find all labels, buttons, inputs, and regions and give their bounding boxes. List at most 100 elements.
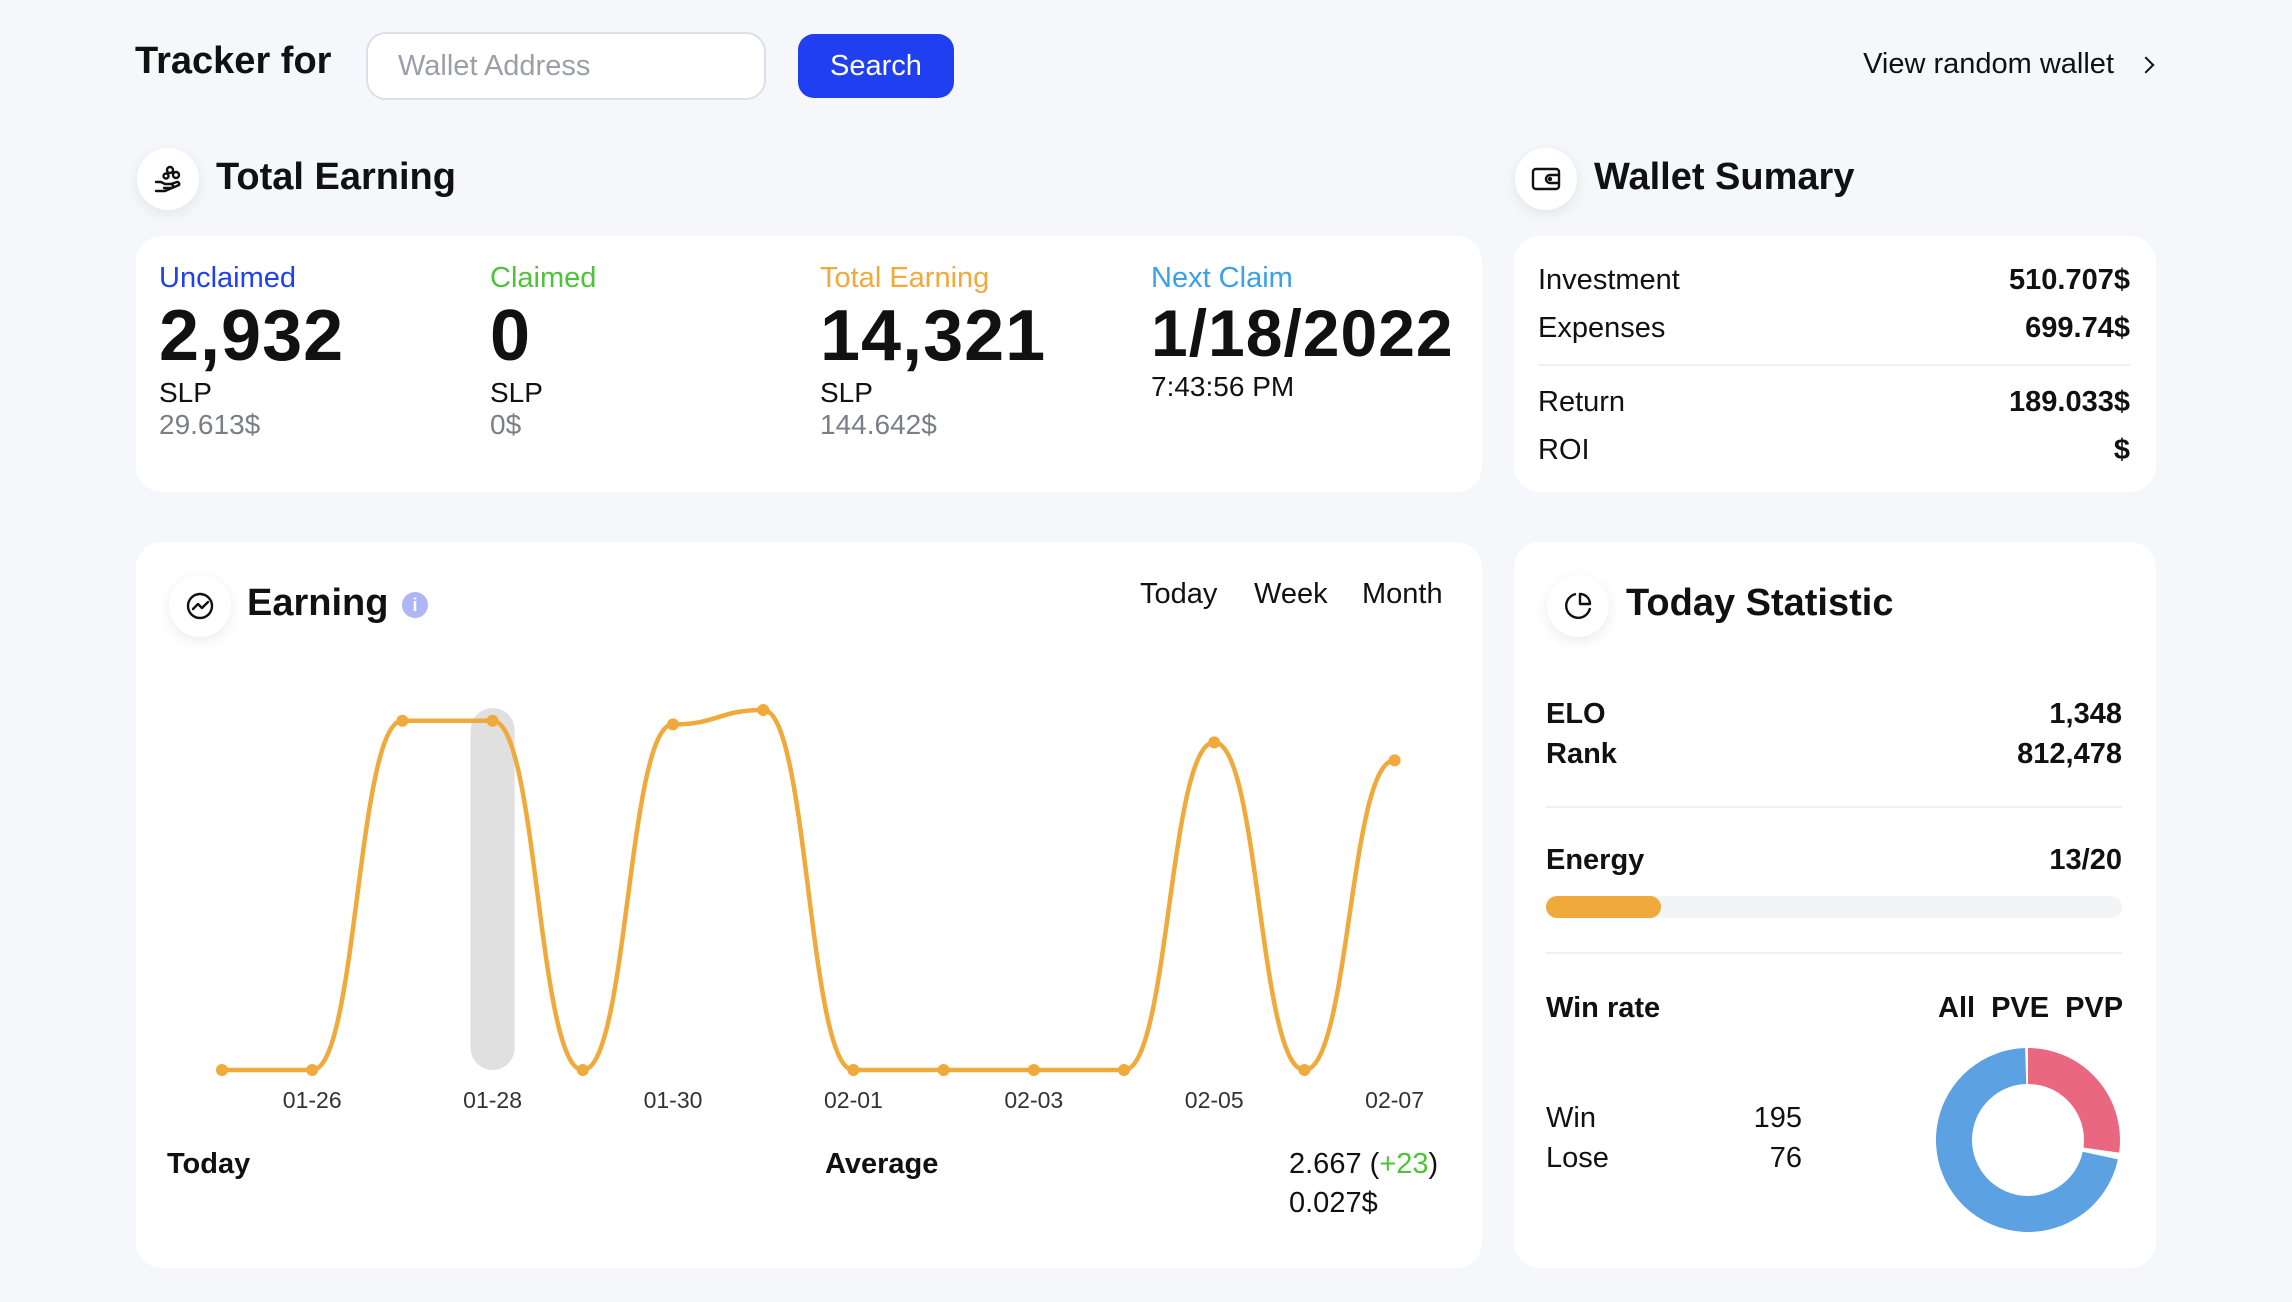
average-usd: 0.027$ bbox=[1289, 1187, 1378, 1219]
wallet-summary-title: Wallet Sumary bbox=[1594, 156, 1855, 198]
rank-label: Rank bbox=[1546, 738, 1617, 770]
earning-line-chart: 01-26 01-28 01-30 02-01 02-03 02-05 02-07 bbox=[216, 704, 1424, 1110]
pie-chart-icon bbox=[1547, 575, 1609, 637]
expenses-row: Expenses 699.74$ bbox=[1538, 312, 2130, 345]
average-value-row: 2.667 (+23) bbox=[1289, 1148, 1439, 1180]
unclaimed-usd: 29.613$ bbox=[159, 409, 261, 440]
statistic-divider-2 bbox=[1546, 952, 2122, 954]
data-point-02-04 bbox=[1118, 1064, 1130, 1076]
statistic-divider-1 bbox=[1546, 806, 2122, 808]
unclaimed-value: 2,932 bbox=[159, 296, 345, 376]
wallet-icon bbox=[1515, 148, 1577, 210]
data-point-02-05 bbox=[1208, 736, 1221, 749]
average-change: +23 bbox=[1379, 1148, 1429, 1180]
trend-chart-icon bbox=[169, 575, 231, 637]
hand-coins-icon bbox=[137, 148, 199, 210]
next-claim-date: 1/18/2022 bbox=[1151, 296, 1454, 370]
tracker-label: Tracker for bbox=[135, 40, 332, 82]
data-point-01-30 bbox=[667, 718, 679, 731]
chevron-right-icon bbox=[2137, 56, 2155, 73]
total-earning-unit: SLP bbox=[820, 377, 873, 408]
energy-bar-track bbox=[1546, 896, 2122, 918]
claimed-unit: SLP bbox=[490, 377, 543, 408]
win-label: Win bbox=[1546, 1102, 1596, 1134]
winrate-label: Win rate bbox=[1546, 992, 1661, 1024]
wallet-summary-divider bbox=[1538, 364, 2130, 366]
energy-value: 13/20 bbox=[2049, 844, 2122, 876]
data-point-01-28 bbox=[486, 714, 499, 727]
today-statistic-title: Today Statistic bbox=[1626, 582, 1894, 624]
energy-label: Energy bbox=[1546, 844, 1645, 876]
tab-week[interactable]: Week bbox=[1254, 578, 1328, 611]
unclaimed-stat: Unclaimed 2,932 SLP 29.613$ bbox=[159, 262, 344, 441]
data-point-01-25 bbox=[216, 1064, 228, 1076]
return-value: 189.033$ bbox=[2009, 386, 2130, 418]
info-icon[interactable]: i bbox=[402, 592, 428, 618]
expenses-value: 699.74$ bbox=[2025, 312, 2130, 344]
data-point-02-06 bbox=[1298, 1064, 1311, 1076]
return-row: Return 189.033$ bbox=[1538, 386, 2130, 419]
lose-value: 76 bbox=[1769, 1142, 1802, 1174]
data-point-01-31 bbox=[757, 704, 770, 716]
claimed-value: 0 bbox=[490, 296, 532, 376]
expenses-label: Expenses bbox=[1538, 312, 1666, 344]
winrate-filter: All PVE PVP bbox=[1938, 992, 2123, 1025]
data-point-01-27 bbox=[396, 714, 409, 727]
win-value: 195 bbox=[1753, 1102, 1802, 1134]
data-point-02-01 bbox=[847, 1064, 860, 1076]
filter-pvp[interactable]: PVP bbox=[2065, 992, 2123, 1025]
elo-label: ELO bbox=[1546, 698, 1606, 730]
x-tick-label: 02-01 bbox=[824, 1087, 883, 1110]
x-tick-label: 02-05 bbox=[1185, 1087, 1244, 1110]
elo-value: 1,348 bbox=[2049, 698, 2122, 730]
win-row: Win 195 bbox=[1546, 1102, 1802, 1135]
filter-all[interactable]: All bbox=[1938, 992, 1975, 1025]
average-value: 2.667 bbox=[1289, 1148, 1362, 1180]
roi-label: ROI bbox=[1538, 434, 1590, 466]
average-label: Average bbox=[825, 1148, 939, 1180]
total-earning-usd: 144.642$ bbox=[820, 409, 937, 440]
roi-value: $ bbox=[2113, 434, 2130, 466]
unclaimed-unit: SLP bbox=[159, 377, 212, 408]
search-button[interactable]: Search bbox=[798, 34, 954, 98]
lose-row: Lose 76 bbox=[1546, 1142, 1802, 1175]
investment-value: 510.707$ bbox=[2009, 264, 2130, 296]
claimed-stat: Claimed 0 SLP 0$ bbox=[490, 262, 596, 441]
filter-pve[interactable]: PVE bbox=[1991, 992, 2049, 1025]
total-earning-title: Total Earning bbox=[216, 156, 456, 198]
wallet-address-input[interactable] bbox=[366, 32, 766, 100]
x-tick-label: 01-30 bbox=[644, 1087, 703, 1110]
tab-today[interactable]: Today bbox=[1140, 578, 1217, 611]
data-point-01-29 bbox=[576, 1064, 589, 1076]
next-claim-label: Next Claim bbox=[1151, 262, 1293, 294]
earning-title: Earning bbox=[247, 582, 389, 624]
data-point-02-02 bbox=[937, 1064, 950, 1076]
energy-bar-fill bbox=[1546, 896, 1662, 918]
investment-row: Investment 510.707$ bbox=[1538, 264, 2130, 297]
rank-value: 812,478 bbox=[2017, 738, 2122, 770]
energy-row: Energy 13/20 bbox=[1546, 844, 2122, 877]
data-point-02-03 bbox=[1027, 1064, 1040, 1076]
tab-month[interactable]: Month bbox=[1362, 578, 1443, 611]
elo-row: ELO 1,348 bbox=[1546, 698, 2122, 731]
investment-label: Investment bbox=[1538, 264, 1680, 296]
data-point-02-07 bbox=[1388, 754, 1401, 767]
claimed-usd: 0$ bbox=[490, 409, 522, 440]
total-earning-label: Total Earning bbox=[820, 262, 990, 294]
total-earning-stat: Total Earning 14,321 SLP 144.642$ bbox=[820, 262, 1046, 441]
view-random-wallet-link[interactable]: View random wallet bbox=[1863, 48, 2155, 81]
x-tick-label: 01-26 bbox=[283, 1087, 342, 1110]
winrate-donut-chart bbox=[1936, 1048, 2120, 1232]
highlight-column bbox=[470, 708, 515, 1070]
return-label: Return bbox=[1538, 386, 1626, 418]
lose-label: Lose bbox=[1546, 1142, 1609, 1174]
x-tick-label: 01-28 bbox=[463, 1087, 522, 1110]
data-point-01-26 bbox=[306, 1064, 319, 1076]
next-claim-stat: Next Claim 1/18/2022 7:43:56 PM bbox=[1151, 262, 1454, 403]
unclaimed-label: Unclaimed bbox=[159, 262, 296, 294]
roi-row: ROI $ bbox=[1538, 434, 2130, 467]
rank-row: Rank 812,478 bbox=[1546, 738, 2122, 771]
x-tick-label: 02-07 bbox=[1365, 1087, 1424, 1110]
total-earning-value: 14,321 bbox=[820, 296, 1047, 376]
today-earning-label: Today bbox=[167, 1148, 251, 1180]
